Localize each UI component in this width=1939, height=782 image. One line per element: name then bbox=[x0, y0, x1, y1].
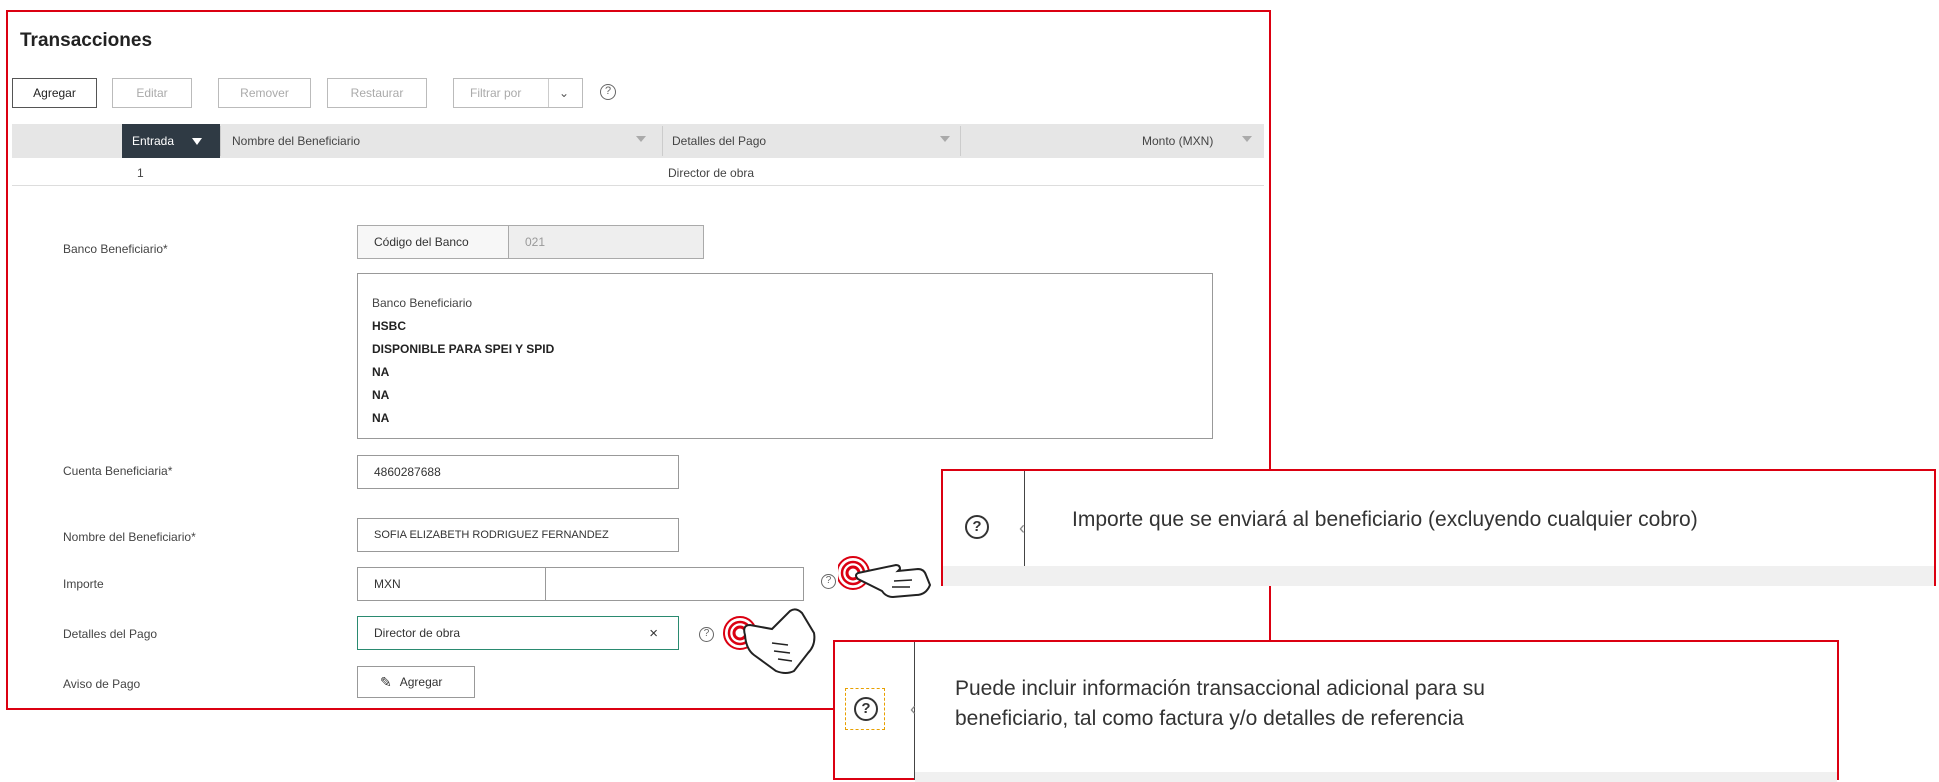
payment-details-input[interactable]: Director de obra × bbox=[357, 616, 679, 650]
banco-label: Banco Beneficiario* bbox=[63, 242, 168, 256]
tooltip-footer bbox=[915, 772, 1837, 782]
bank-code-label-box: Código del Banco bbox=[357, 225, 509, 259]
hand-pointer-icon bbox=[723, 608, 816, 674]
tooltip-pointer-icon: ‹ bbox=[910, 699, 916, 719]
bank-code-input[interactable]: 021 bbox=[508, 225, 704, 259]
clear-icon[interactable]: × bbox=[649, 625, 658, 642]
edit-icon: ✎ bbox=[380, 673, 392, 690]
importe-tooltip: ? ‹ Importe que se enviará al beneficiar… bbox=[941, 469, 1936, 586]
importe-tooltip-text: Importe que se enviará al beneficiario (… bbox=[1072, 508, 1698, 531]
column-header-entrada[interactable]: Entrada bbox=[122, 124, 220, 158]
detalles-help-icon[interactable]: ? bbox=[699, 627, 714, 642]
nombre-label: Nombre del Beneficiario* bbox=[63, 530, 196, 544]
sort-icon[interactable] bbox=[940, 136, 950, 142]
importe-label: Importe bbox=[63, 577, 104, 591]
payment-details-value: Director de obra bbox=[374, 626, 461, 640]
bank-info-line: Banco Beneficiario bbox=[372, 296, 473, 310]
sort-icon[interactable] bbox=[1242, 136, 1252, 142]
row-divider bbox=[12, 185, 1264, 186]
help-icon: ? bbox=[854, 697, 878, 721]
column-header-nombre[interactable]: Nombre del Beneficiario bbox=[232, 124, 360, 158]
beneficiary-name-input[interactable]: SOFIA ELIZABETH RODRIGUEZ FERNANDEZ bbox=[357, 518, 679, 552]
page-title: Transacciones bbox=[20, 30, 153, 51]
add-payment-notice-label: Agregar bbox=[399, 675, 443, 689]
filter-label: Filtrar por bbox=[470, 86, 522, 100]
filter-select[interactable]: Filtrar por ⌄ bbox=[453, 78, 583, 108]
importe-help-icon[interactable]: ? bbox=[821, 574, 836, 589]
currency-select[interactable]: MXN bbox=[357, 567, 546, 601]
column-divider bbox=[662, 126, 663, 156]
cuenta-label: Cuenta Beneficiaria* bbox=[63, 464, 173, 478]
detalles-tooltip: ? ‹ Puede incluir información transaccio… bbox=[833, 640, 1839, 782]
detalles-label: Detalles del Pago bbox=[63, 627, 158, 641]
help-icon[interactable]: ? bbox=[600, 84, 616, 100]
column-divider bbox=[220, 126, 221, 156]
restore-button[interactable]: Restaurar bbox=[327, 78, 427, 108]
bank-info-line: HSBC bbox=[372, 319, 407, 333]
remove-button[interactable]: Remover bbox=[218, 78, 311, 108]
bank-info-line: NA bbox=[372, 388, 390, 402]
column-header-detalles[interactable]: Detalles del Pago bbox=[672, 124, 766, 158]
column-header-monto[interactable]: Monto (MXN) bbox=[1142, 124, 1213, 158]
sort-down-icon bbox=[192, 137, 203, 145]
table-cell-entrada[interactable]: 1 bbox=[137, 166, 144, 180]
add-button[interactable]: Agregar bbox=[12, 78, 97, 108]
tooltip-pointer-icon: ‹ bbox=[1019, 518, 1025, 538]
hand-pointer-icon bbox=[838, 556, 932, 599]
bank-info-line: NA bbox=[372, 411, 390, 425]
bank-info-line: NA bbox=[372, 365, 390, 379]
table-cell-detalles[interactable]: Director de obra bbox=[668, 166, 754, 180]
add-payment-notice-button[interactable]: ✎ Agregar bbox=[357, 666, 475, 698]
tooltip-footer bbox=[943, 566, 1934, 586]
sort-icon[interactable] bbox=[636, 136, 646, 142]
aviso-label: Aviso de Pago bbox=[63, 677, 141, 691]
chevron-down-icon: ⌄ bbox=[548, 79, 569, 107]
account-number-input[interactable]: 4860287688 bbox=[357, 455, 679, 489]
column-divider bbox=[960, 126, 961, 156]
bank-info-box: Banco Beneficiario HSBC DISPONIBLE PARA … bbox=[357, 273, 1213, 439]
detalles-tooltip-line: beneficiario, tal como factura y/o detal… bbox=[955, 707, 1464, 730]
edit-button[interactable]: Editar bbox=[112, 78, 192, 108]
help-icon: ? bbox=[965, 515, 989, 539]
detalles-tooltip-line: Puede incluir información transaccional … bbox=[955, 677, 1485, 700]
bank-info-line: DISPONIBLE PARA SPEI Y SPID bbox=[372, 342, 555, 356]
